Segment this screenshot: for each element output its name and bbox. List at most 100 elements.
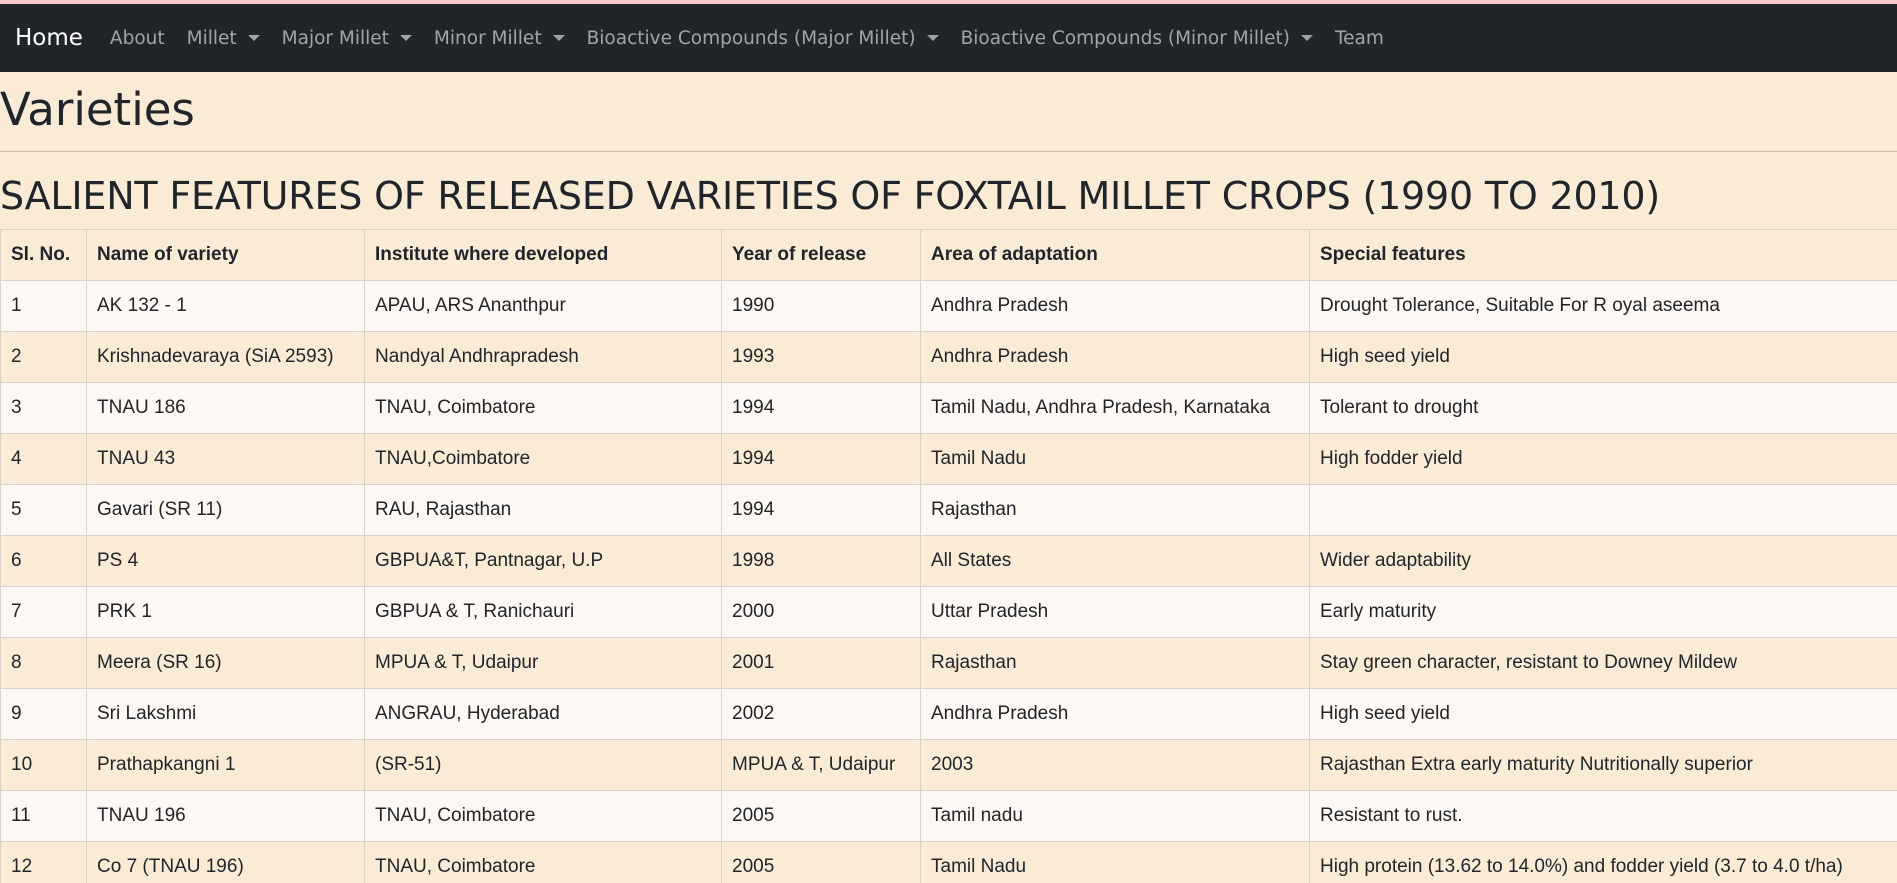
table-row: 10 Prathapkangni 1 (SR-51) MPUA & T, Udaipu… <box>0 739 1897 791</box>
table-row: 3 TNAU 186 TNAU, Coimbatore 1994 Tamil Nadu,… <box>0 382 1897 434</box>
table-cell: 1994 <box>721 433 921 485</box>
table-cell: TNAU, Coimbatore <box>364 841 722 883</box>
table-cell: 7 <box>0 586 87 638</box>
table-cell: Tamil Nadu <box>920 841 1310 883</box>
column-header: Year of release <box>721 229 921 281</box>
varieties-table: Sl. No. Name of variety Institute where de… <box>0 229 1897 883</box>
table-cell: (SR-51) <box>364 739 722 791</box>
column-header: Special features <box>1309 229 1897 281</box>
table-cell: High fodder yield <box>1309 433 1897 485</box>
page-title: Varieties <box>0 83 195 136</box>
nav-item-label: Minor Millet <box>433 27 542 49</box>
nav-item-about[interactable]: About <box>99 28 176 49</box>
column-header: Sl. No. <box>0 229 87 281</box>
nav-item-label: Team <box>1334 27 1384 49</box>
chevron-down-icon <box>552 35 565 41</box>
table-cell: TNAU,Coimbatore <box>364 433 722 485</box>
table-cell: All States <box>920 535 1310 587</box>
navbar: Home About Millet Major Millet Minor Millet… <box>0 4 1897 72</box>
table-row: 1 AK 132 - 1 APAU, ARS Ananthpur 1990 Andhra… <box>0 280 1897 332</box>
table-row: 6 PS 4 GBPUA&T, Pantnagar, U.P 1998 All Stat… <box>0 535 1897 587</box>
nav-item-minor-millet[interactable]: Minor Millet <box>423 28 576 49</box>
table-cell: GBPUA & T, Ranichauri <box>364 586 722 638</box>
table-cell: Andhra Pradesh <box>920 688 1310 740</box>
table-body: 1 AK 132 - 1 APAU, ARS Ananthpur 1990 Andhra… <box>0 280 1897 883</box>
table-cell: 2001 <box>721 637 921 689</box>
table-cell: 1993 <box>721 331 921 383</box>
table-cell: Tamil Nadu, Andhra Pradesh, Karnataka <box>920 382 1310 434</box>
nav-item-label: About <box>109 27 165 49</box>
table-cell: GBPUA&T, Pantnagar, U.P <box>364 535 722 587</box>
table-row: 7 PRK 1 GBPUA & T, Ranichauri 2000 Uttar Pra… <box>0 586 1897 638</box>
table-cell: 1 <box>0 280 87 332</box>
table-cell: 6 <box>0 535 87 587</box>
table-cell: Nandyal Andhrapradesh <box>364 331 722 383</box>
table-cell: 2003 <box>920 739 1310 791</box>
table-cell: Andhra Pradesh <box>920 331 1310 383</box>
table-cell: 5 <box>0 484 87 536</box>
table-cell: 1994 <box>721 484 921 536</box>
table-row: 8 Meera (SR 16) MPUA & T, Udaipur 2001 Rajas… <box>0 637 1897 689</box>
table-cell: Resistant to rust. <box>1309 790 1897 842</box>
nav-item-team[interactable]: Team <box>1324 28 1395 49</box>
table-cell: Gavari (SR 11) <box>86 484 365 536</box>
table-cell <box>1309 484 1897 536</box>
table-cell: TNAU, Coimbatore <box>364 382 722 434</box>
table-row: 5 Gavari (SR 11) RAU, Rajasthan 1994 Rajasth… <box>0 484 1897 536</box>
nav-item-major-millet[interactable]: Major Millet <box>271 28 423 49</box>
nav-item-label: Bioactive Compounds (Major Millet) <box>586 27 916 49</box>
table-row: 9 Sri Lakshmi ANGRAU, Hyderabad 2002 Andhra … <box>0 688 1897 740</box>
nav-item-label: Bioactive Compounds (Minor Millet) <box>960 27 1290 49</box>
table-cell: Tolerant to drought <box>1309 382 1897 434</box>
table-row: 11 TNAU 196 TNAU, Coimbatore 2005 Tamil nadu… <box>0 790 1897 842</box>
table-row: 12 Co 7 (TNAU 196) TNAU, Coimbatore 2005 Tam… <box>0 841 1897 883</box>
table-cell: 1994 <box>721 382 921 434</box>
table-cell: Uttar Pradesh <box>920 586 1310 638</box>
table-cell: 2002 <box>721 688 921 740</box>
table-cell: ANGRAU, Hyderabad <box>364 688 722 740</box>
table-cell: MPUA & T, Udaipur <box>721 739 921 791</box>
table-cell: Early maturity <box>1309 586 1897 638</box>
table-cell: Meera (SR 16) <box>86 637 365 689</box>
table-cell: Wider adaptability <box>1309 535 1897 587</box>
table-cell: Tamil Nadu <box>920 433 1310 485</box>
table-cell: MPUA & T, Udaipur <box>364 637 722 689</box>
table-cell: Tamil nadu <box>920 790 1310 842</box>
table-cell: TNAU 43 <box>86 433 365 485</box>
table-cell: Rajasthan <box>920 637 1310 689</box>
table-cell: 4 <box>0 433 87 485</box>
table-cell: TNAU 186 <box>86 382 365 434</box>
table-cell: 12 <box>0 841 87 883</box>
table-cell: 8 <box>0 637 87 689</box>
table-cell: Drought Tolerance, Suitable For R oyal a… <box>1309 280 1897 332</box>
table-cell: Prathapkangni 1 <box>86 739 365 791</box>
table-row: 2 Krishnadevaraya (SiA 2593) Nandyal Andhr… <box>0 331 1897 383</box>
table-cell: 2005 <box>721 841 921 883</box>
table-cell: TNAU 196 <box>86 790 365 842</box>
table-cell: 1990 <box>721 280 921 332</box>
table-cell: RAU, Rajasthan <box>364 484 722 536</box>
table-cell: 10 <box>0 739 87 791</box>
table-cell: High seed yield <box>1309 688 1897 740</box>
table-cell: TNAU, Coimbatore <box>364 790 722 842</box>
table-cell: Stay green character, resistant to Downe… <box>1309 637 1897 689</box>
nav-item-bioactive-compounds-minor-millet[interactable]: Bioactive Compounds (Minor Millet) <box>950 28 1324 49</box>
table-cell: Sri Lakshmi <box>86 688 365 740</box>
table-cell: 3 <box>0 382 87 434</box>
nav-brand-home[interactable]: Home <box>15 25 83 51</box>
chevron-down-icon <box>247 35 260 41</box>
table-cell: 2005 <box>721 790 921 842</box>
nav-item-millet[interactable]: Millet <box>176 28 271 49</box>
chevron-down-icon <box>1300 35 1313 41</box>
table-cell: 1998 <box>721 535 921 587</box>
table-cell: Rajasthan <box>920 484 1310 536</box>
table-cell: High seed yield <box>1309 331 1897 383</box>
nav-item-label: Major Millet <box>281 27 389 49</box>
table-cell: AK 132 - 1 <box>86 280 365 332</box>
nav-item-bioactive-compounds-major-millet[interactable]: Bioactive Compounds (Major Millet) <box>576 28 950 49</box>
nav-item-label: Millet <box>186 27 237 49</box>
table-cell: 11 <box>0 790 87 842</box>
column-header: Institute where developed <box>364 229 722 281</box>
table-row: 4 TNAU 43 TNAU,Coimbatore 1994 Tamil Nadu Hig… <box>0 433 1897 485</box>
column-header: Name of variety <box>86 229 365 281</box>
